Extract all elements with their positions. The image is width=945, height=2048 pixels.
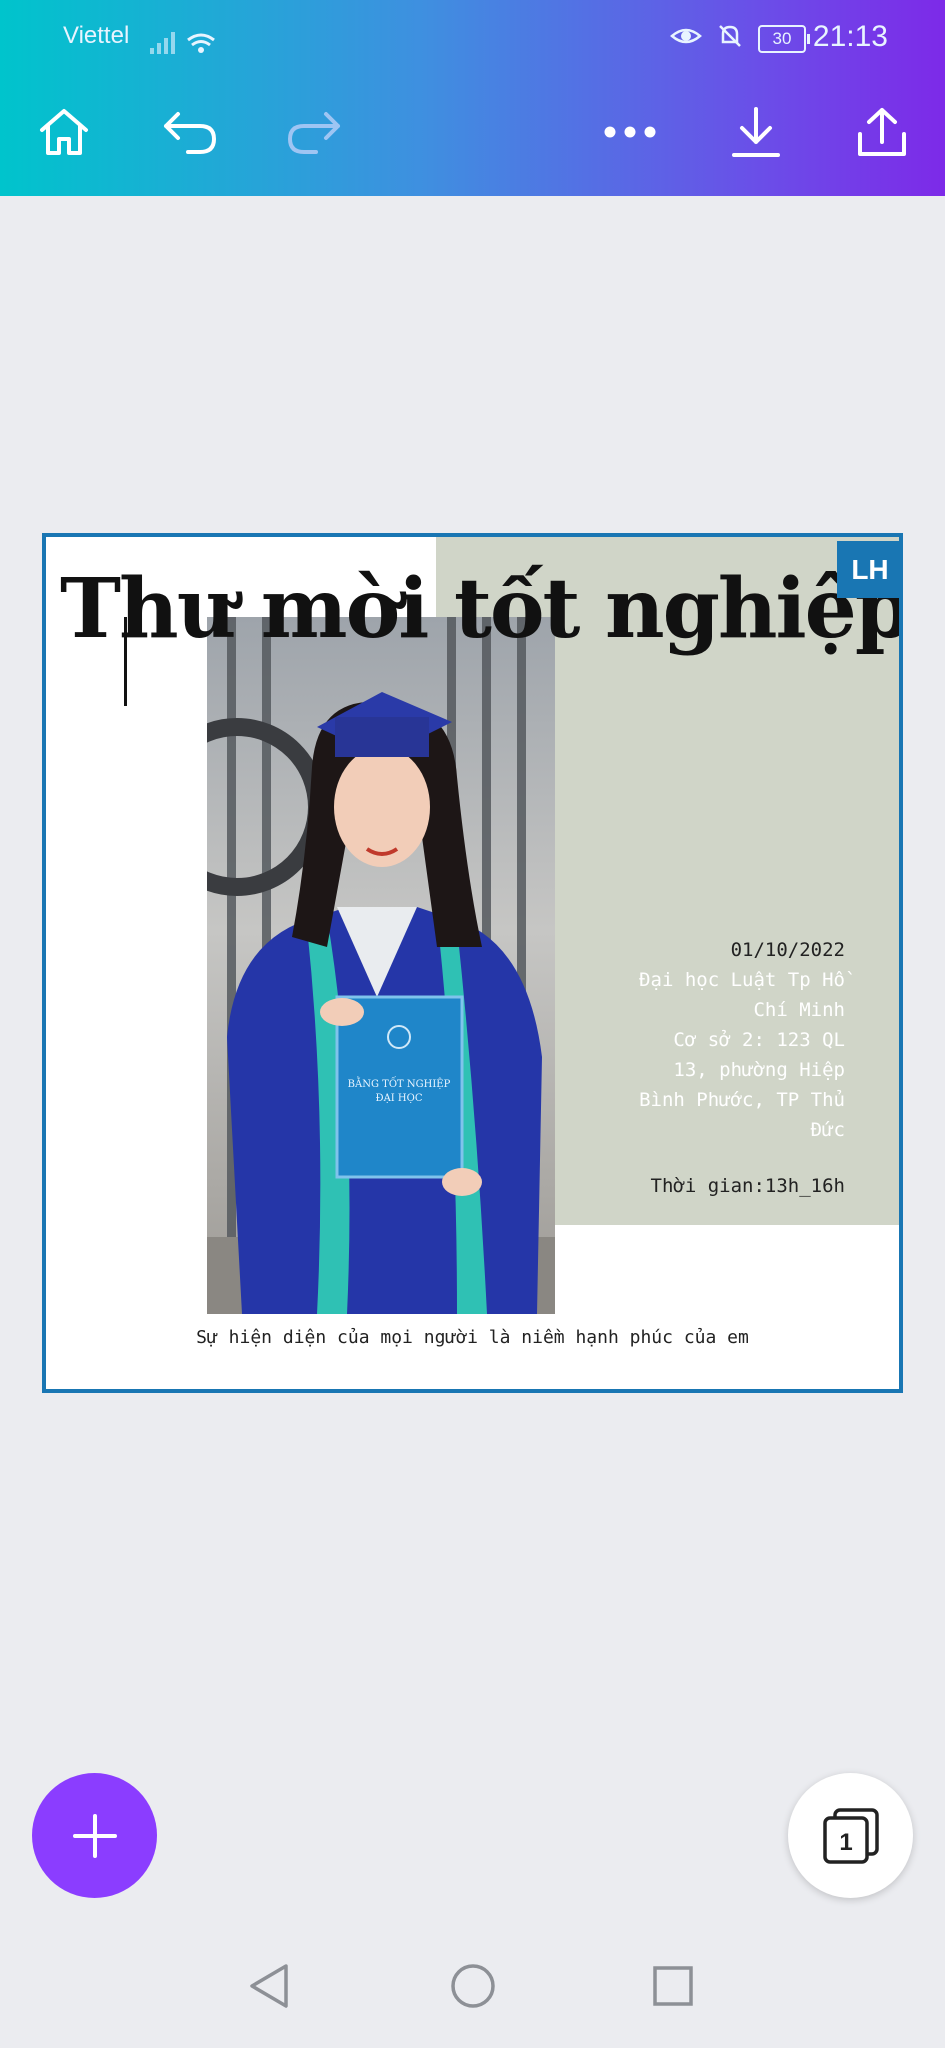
download-icon xyxy=(732,107,780,157)
address-line: Đức xyxy=(810,1119,845,1141)
share-icon xyxy=(858,108,906,156)
more-icon xyxy=(604,126,656,138)
undo-button[interactable] xyxy=(160,102,220,162)
recents-button[interactable] xyxy=(648,1960,698,2012)
pages-button[interactable]: 1 xyxy=(788,1773,913,1898)
address-line: 13, phường Hiệp xyxy=(673,1059,845,1081)
page-count: 1 xyxy=(839,1829,852,1856)
signal-icon xyxy=(148,28,220,61)
recents-square-icon xyxy=(653,1966,693,2006)
status-bar: Viettel 30 21:13 xyxy=(0,0,945,80)
redo-icon xyxy=(288,112,340,154)
home-circle-icon xyxy=(451,1964,495,2008)
download-button[interactable] xyxy=(726,102,786,162)
eye-icon xyxy=(670,24,702,53)
redo-button[interactable] xyxy=(284,102,344,162)
carrier-label: Viettel xyxy=(63,22,130,49)
back-button[interactable] xyxy=(244,1960,294,2012)
system-nav-bar xyxy=(0,1940,945,2048)
graduate-photo[interactable]: BẰNG TỐT NGHIỆP ĐẠI HỌC xyxy=(207,617,555,1314)
more-button[interactable] xyxy=(598,102,662,162)
home-nav-button[interactable] xyxy=(447,1960,499,2012)
address-line: Bình Phước, TP Thủ xyxy=(639,1089,845,1111)
clock: 21:13 xyxy=(812,20,888,53)
status-icons: 30 xyxy=(670,22,810,55)
diploma-line-1: BẰNG TỐT NGHIỆP xyxy=(348,1077,451,1090)
add-element-button[interactable] xyxy=(32,1773,157,1898)
collaborator-badge: LH xyxy=(837,541,899,598)
mute-icon xyxy=(716,22,744,55)
home-button[interactable] xyxy=(34,102,94,162)
design-page[interactable]: BẰNG TỐT NGHIỆP ĐẠI HỌC Thư mời tốt nghi… xyxy=(42,533,903,1393)
battery-indicator: 30 xyxy=(758,24,810,53)
undo-icon xyxy=(164,112,216,154)
event-date: 01/10/2022 xyxy=(730,939,845,961)
event-time: Thời gian:13h_16h xyxy=(650,1175,845,1197)
design-title[interactable]: Thư mời tốt nghiệp xyxy=(60,561,899,657)
diploma-line-2: ĐẠI HỌC xyxy=(376,1093,423,1104)
address-line: Cơ sở 2: 123 QL xyxy=(673,1029,845,1051)
pages-icon: 1 xyxy=(822,1807,879,1864)
event-info[interactable]: 01/10/2022 Đại học Luật Tp Hồ Chí Minh C… xyxy=(605,935,845,1201)
address-line: Chí Minh xyxy=(753,999,845,1021)
footer-message[interactable]: Sự hiện diện của mọi người là niềm hạnh … xyxy=(46,1327,899,1348)
back-triangle-icon xyxy=(250,1964,288,2008)
address-line: Đại học Luật Tp Hồ xyxy=(639,969,845,991)
text-cursor xyxy=(124,617,127,706)
share-button[interactable] xyxy=(852,102,912,162)
top-toolbar: Viettel 30 21:13 xyxy=(0,0,945,196)
home-icon xyxy=(40,109,88,155)
plus-icon xyxy=(72,1813,117,1858)
